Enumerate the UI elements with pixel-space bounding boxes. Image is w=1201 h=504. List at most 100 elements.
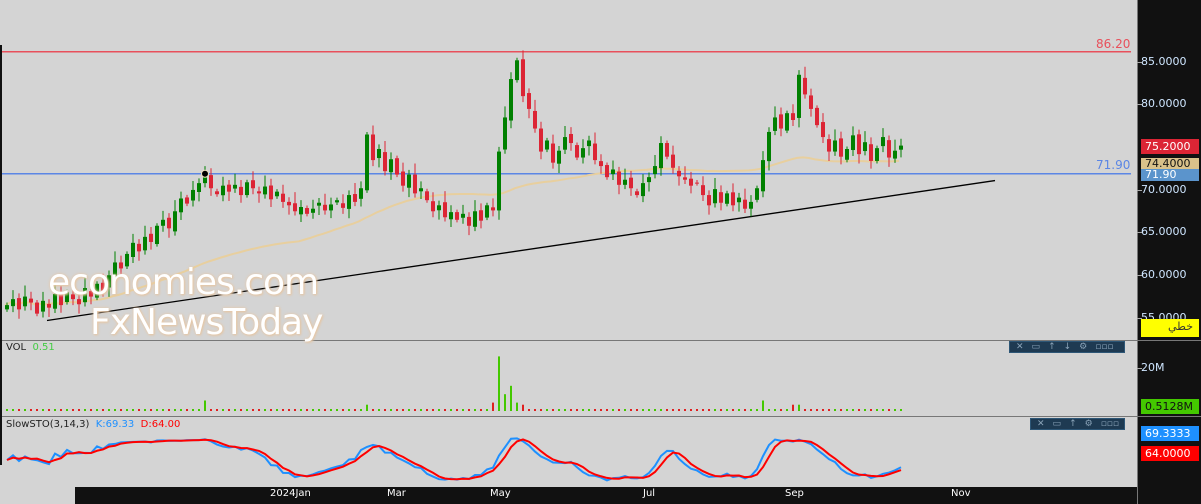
candle [413,163,417,198]
candle [209,168,213,196]
volume-bar [234,409,236,411]
volume-bar [30,409,32,411]
volume-bar [270,409,272,411]
candle [725,190,729,207]
chart-plot-area[interactable] [0,0,1137,487]
volume-bar [246,409,248,411]
volume-bar [576,409,578,411]
volume-bar [108,409,110,411]
candle [371,125,375,167]
volume-bar [378,409,380,411]
candle [425,188,429,203]
candle [137,239,141,261]
candle [557,146,561,174]
more-icon[interactable]: ▫▫▫ [1101,419,1119,429]
volume-bar [768,409,770,411]
time-axis[interactable]: 2024Jan Mar May Jul Sep Nov [125,487,1137,504]
volume-bar [888,409,890,411]
stoch-legend: SlowSTO(3,14,3) K:69.33 D:64.00 [6,419,180,430]
candle [587,135,591,156]
candle [437,200,441,220]
candle [503,106,507,154]
move-up-icon[interactable]: ↑ [1069,419,1077,429]
price-axis[interactable]: 85.0000 80.0000 70.0000 65.0000 60.0000 … [1137,0,1201,504]
candle [251,171,255,195]
volume-bar [174,409,176,411]
candle [545,137,549,153]
hline-label-high: 86.20 [1096,37,1131,51]
stoch-panel-toolbar[interactable]: ✕ ▭ ↑ ⚙ ▫▫▫ [1030,418,1125,430]
volume-bar [876,409,878,411]
volume-bar [456,409,458,411]
volume-bar [774,409,776,411]
last-price-tag: 75.2000 [1141,139,1199,154]
settings-icon[interactable]: ⚙ [1079,342,1087,352]
x-tick: Jul [643,488,656,499]
candle [335,197,339,205]
candle [275,189,279,199]
volume-bar [894,409,896,411]
candle [893,139,897,163]
volume-bar [462,409,464,411]
candle [215,188,219,197]
y-tick: 80.0000 [1137,97,1187,110]
volume-tag: 0.5128M [1141,399,1199,414]
candle [155,223,159,247]
volume-bar [72,409,74,411]
volume-bar [504,394,506,411]
candle [227,179,231,202]
move-down-icon[interactable]: ↓ [1064,342,1072,352]
move-up-icon[interactable]: ↑ [1048,342,1056,352]
maximize-icon[interactable]: ▭ [1053,419,1062,429]
candle [491,198,495,217]
volume-bar [366,404,368,411]
candle [341,194,345,214]
volume-bar [252,409,254,411]
maximize-icon[interactable]: ▭ [1032,342,1041,352]
volume-bar [402,409,404,411]
candle [701,176,705,202]
candle [23,285,27,311]
volume-bar [792,404,794,411]
more-icon[interactable]: ▫▫▫ [1095,342,1113,352]
volume-bar [228,409,230,411]
axis-divider [1138,416,1201,417]
volume-bar [804,409,806,411]
candle [167,213,171,238]
volume-bar [84,409,86,411]
volume-bar [732,409,734,411]
candle [449,205,453,227]
candle [797,70,801,128]
volume-bar [204,400,206,411]
candle [875,145,879,164]
volume-bar [486,409,488,411]
candle [515,57,519,83]
candle [569,127,573,151]
volume-bar [6,409,8,411]
watermark-fxnewstoday: FxNewsToday [90,302,323,343]
candle [539,121,543,160]
candle [641,174,645,203]
volume-bar [696,409,698,411]
candle [257,186,261,203]
volume-bar [474,409,476,411]
candle [869,137,873,169]
volume-panel-toolbar[interactable]: ✕ ▭ ↑ ↓ ⚙ ▫▫▫ [1009,341,1125,353]
volume-value: 0.51 [32,342,55,353]
volume-bar [12,409,14,411]
candle [689,171,693,194]
volume-bar [198,409,200,411]
candle [485,202,489,221]
volume-bar [258,409,260,411]
close-icon[interactable]: ✕ [1016,342,1024,352]
close-icon[interactable]: ✕ [1037,419,1045,429]
volume-bar [60,409,62,411]
candle [473,200,477,232]
volume-bar [420,409,422,411]
volume-bar [120,409,122,411]
x-tick: Sep [785,488,804,499]
settings-icon[interactable]: ⚙ [1085,419,1093,429]
time-axis-left [75,487,125,504]
chart-style-button[interactable]: خطي [1141,319,1199,337]
axis-divider [1138,340,1201,341]
